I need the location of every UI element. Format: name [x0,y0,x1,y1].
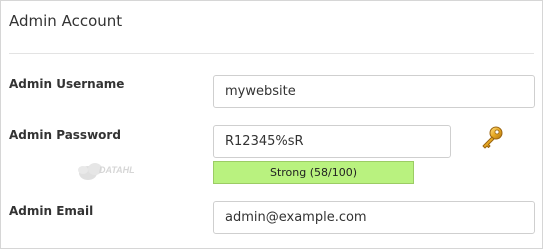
admin-account-panel: Admin Account Admin Username Admin Passw… [0,0,543,249]
admin-email-label: Admin Email [9,204,94,218]
admin-password-label: Admin Password [9,128,121,142]
admin-username-input[interactable] [213,75,535,108]
admin-username-label: Admin Username [9,77,125,91]
key-icon[interactable] [479,125,505,151]
svg-text:DATAHL: DATAHL [99,165,135,175]
panel-title: Admin Account [9,12,123,30]
admin-email-input[interactable] [213,201,535,234]
divider [9,53,534,54]
datahl-watermark-logo: DATAHL [75,158,141,184]
password-strength-text: Strong (58/100) [269,166,358,179]
admin-password-input[interactable] [213,125,451,158]
password-strength-meter: Strong (58/100) [213,161,414,184]
